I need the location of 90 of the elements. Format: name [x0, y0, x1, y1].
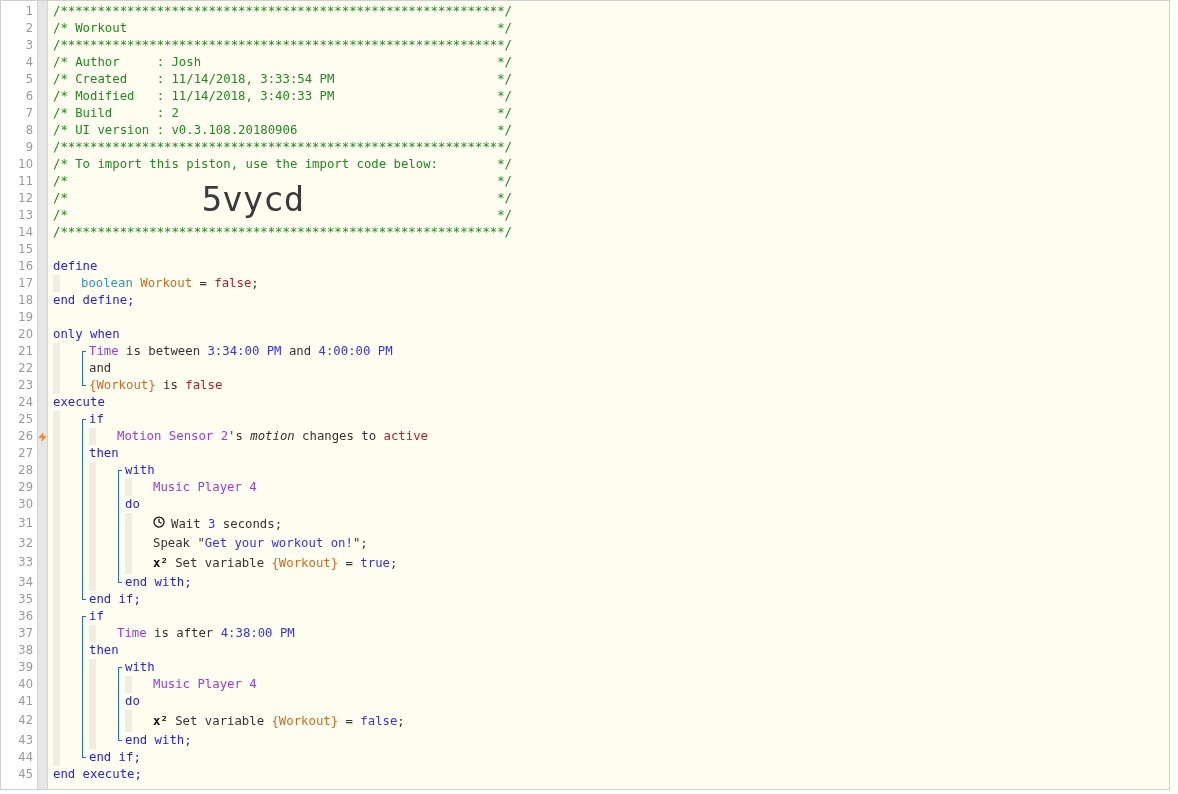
code-line: /* Build : 2 */	[53, 105, 512, 123]
code-line: end if;	[89, 591, 142, 609]
code-line: end execute;	[53, 766, 143, 784]
line-number: 35	[18, 590, 33, 608]
code-line: /************************************************************/	[53, 37, 512, 55]
line-number: 36	[18, 607, 33, 625]
code-line: /* Created : 11/14/2018, 3:33:54 PM */	[53, 71, 512, 89]
code-line: Music Player 4	[153, 676, 258, 694]
line-number: 15	[18, 240, 33, 258]
code-line: end if;	[89, 749, 142, 767]
code-line: then	[89, 445, 120, 463]
line-number: 44	[18, 748, 33, 766]
comment-text: */	[497, 190, 512, 208]
line-number: 22	[18, 359, 33, 377]
code-line: Wait 3 seconds;	[171, 515, 284, 533]
line-number: 39	[18, 658, 33, 676]
code-line: then	[89, 642, 120, 660]
line-number: 33	[18, 554, 33, 572]
code-line: define	[53, 258, 99, 276]
line-number: 16	[18, 257, 33, 275]
line-number: 5	[25, 70, 33, 88]
line-number: 40	[18, 675, 33, 693]
line-number: 34	[18, 573, 33, 591]
line-number: 32	[18, 534, 33, 552]
line-number: 21	[18, 342, 33, 360]
line-number: 31	[18, 515, 33, 533]
line-number: 7	[25, 104, 33, 122]
code-line: do	[125, 693, 141, 711]
code-line: Time is between 3:34:00 PM and 4:00:00 PM	[89, 343, 394, 361]
line-number: 20	[18, 325, 33, 343]
lightning-icon	[38, 431, 47, 442]
code-line: /************************************************************/	[53, 3, 512, 21]
line-number: 1	[25, 2, 33, 20]
line-number: 17	[18, 274, 33, 292]
code-line: with	[125, 659, 156, 677]
code-line: with	[125, 462, 156, 480]
code-line: /************************************************************/	[53, 139, 512, 157]
line-number: 30	[18, 495, 33, 513]
line-number: 9	[25, 138, 33, 156]
clock-icon	[153, 515, 165, 528]
line-number: 18	[18, 291, 33, 309]
code-line: Motion Sensor 2's motion changes to active	[117, 428, 429, 446]
line-number: 29	[18, 478, 33, 496]
code-line: /* Modified : 11/14/2018, 3:40:33 PM */	[53, 88, 512, 106]
code-line: Time is after 4:38:00 PM	[117, 625, 296, 643]
code-line: /* Author : Josh */	[53, 54, 512, 72]
code-line: and	[89, 360, 113, 378]
line-number: 19	[18, 308, 33, 326]
comment-text: /*	[53, 190, 68, 208]
line-number: 43	[18, 731, 33, 749]
line-number: 25	[18, 410, 33, 428]
code-line: end with;	[125, 574, 193, 592]
line-number: 12	[18, 189, 33, 207]
code-line: /* To import this piston, use the import code below: */	[53, 156, 512, 174]
code-line: x² Set variable {Workout} = false;	[153, 712, 406, 730]
code-line: Music Player 4	[153, 479, 258, 497]
line-number: 14	[18, 223, 33, 241]
code-line: /* UI version : v0.3.108.20180906 */	[53, 122, 512, 140]
line-number: 11	[18, 172, 33, 190]
code-line: /************************************************************/	[53, 224, 512, 242]
code-line: x² Set variable {Workout} = true;	[153, 554, 399, 572]
block-bracket	[82, 351, 86, 386]
line-number: 6	[25, 87, 33, 105]
line-number: 45	[18, 765, 33, 783]
code-line: boolean Workout = false;	[81, 275, 260, 293]
line-number: 26	[18, 427, 33, 445]
line-number: 24	[18, 393, 33, 411]
line-number: 2	[25, 19, 33, 37]
line-number: 27	[18, 444, 33, 462]
code-line: do	[125, 496, 141, 514]
line-number: 37	[18, 624, 33, 642]
line-number: 10	[18, 155, 33, 173]
code-line: end with;	[125, 732, 193, 750]
line-number: 28	[18, 461, 33, 479]
line-number: 4	[25, 53, 33, 71]
code-line: only when	[53, 326, 121, 344]
line-number: 42	[18, 712, 33, 730]
code-line: {Workout} is false	[89, 377, 224, 395]
code-line: if	[89, 608, 105, 626]
line-number: 41	[18, 692, 33, 710]
code-line: Speak "Get your workout on!";	[153, 535, 369, 553]
code-line: end define;	[53, 292, 136, 310]
code-line: if	[89, 411, 105, 429]
line-number: 38	[18, 641, 33, 659]
line-number: 13	[18, 206, 33, 224]
code-line: /* Workout */	[53, 20, 512, 38]
line-number: 3	[25, 36, 33, 54]
code-line: execute	[53, 394, 106, 412]
line-number: 23	[18, 376, 33, 394]
line-number: 8	[25, 121, 33, 139]
